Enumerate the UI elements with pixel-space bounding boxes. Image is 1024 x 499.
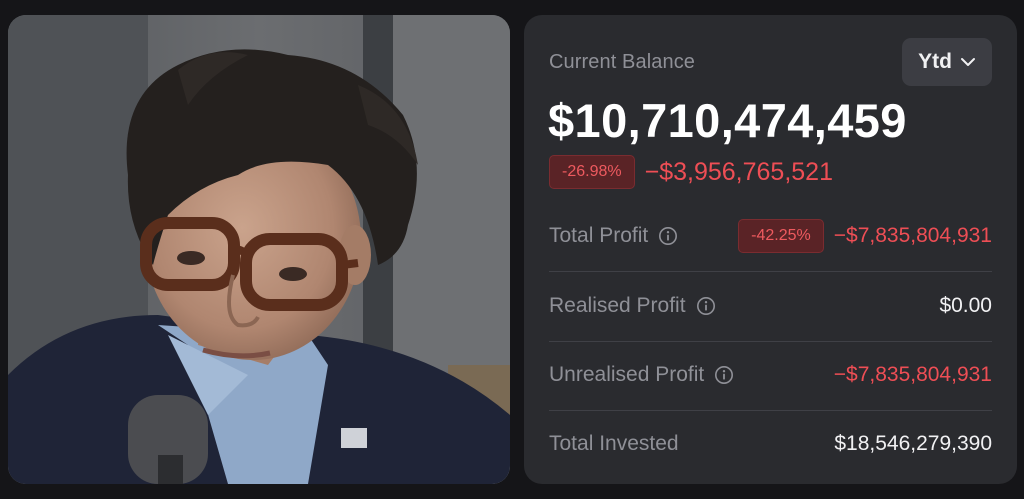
- total-invested-row: Total Invested $18,546,279,390: [549, 432, 992, 456]
- period-dropdown-label: Ytd: [918, 50, 952, 73]
- profile-photo: [8, 15, 510, 484]
- period-dropdown[interactable]: Ytd: [902, 38, 992, 86]
- portrait-illustration: [8, 15, 510, 484]
- total-invested-value: $18,546,279,390: [834, 432, 992, 455]
- divider: [549, 410, 992, 411]
- total-invested-label: Total Invested: [549, 432, 679, 455]
- unrealised-profit-row: Unrealised Profit −$7,835,804,931: [549, 363, 992, 387]
- realised-profit-label: Realised Profit: [549, 294, 686, 317]
- realised-profit-value: $0.00: [939, 294, 992, 317]
- unrealised-profit-label: Unrealised Profit: [549, 363, 705, 386]
- total-profit-label: Total Profit: [549, 224, 649, 247]
- info-icon[interactable]: [714, 365, 734, 385]
- change-amount: −$3,956,765,521: [644, 157, 833, 186]
- current-balance-label: Current Balance: [549, 51, 696, 73]
- app-root: Current Balance Ytd $10,710,474,459 -26.…: [0, 0, 1024, 499]
- total-profit-percent-badge: -42.25%: [738, 219, 824, 253]
- info-icon[interactable]: [658, 226, 678, 246]
- total-profit-row: Total Profit -42.25% −$7,835,804,931: [549, 219, 992, 253]
- divider: [549, 341, 992, 342]
- info-icon[interactable]: [696, 296, 716, 316]
- balance-change: -26.98% −$3,956,765,521: [549, 155, 833, 189]
- change-percent-badge: -26.98%: [549, 155, 635, 189]
- balance-amount: $10,710,474,459: [548, 94, 907, 147]
- unrealised-profit-value: −$7,835,804,931: [833, 363, 992, 386]
- realised-profit-row: Realised Profit $0.00: [549, 294, 992, 318]
- balance-card: Current Balance Ytd $10,710,474,459 -26.…: [524, 15, 1017, 484]
- chevron-down-icon: [960, 58, 975, 66]
- divider: [549, 271, 992, 272]
- total-profit-value: −$7,835,804,931: [833, 224, 992, 247]
